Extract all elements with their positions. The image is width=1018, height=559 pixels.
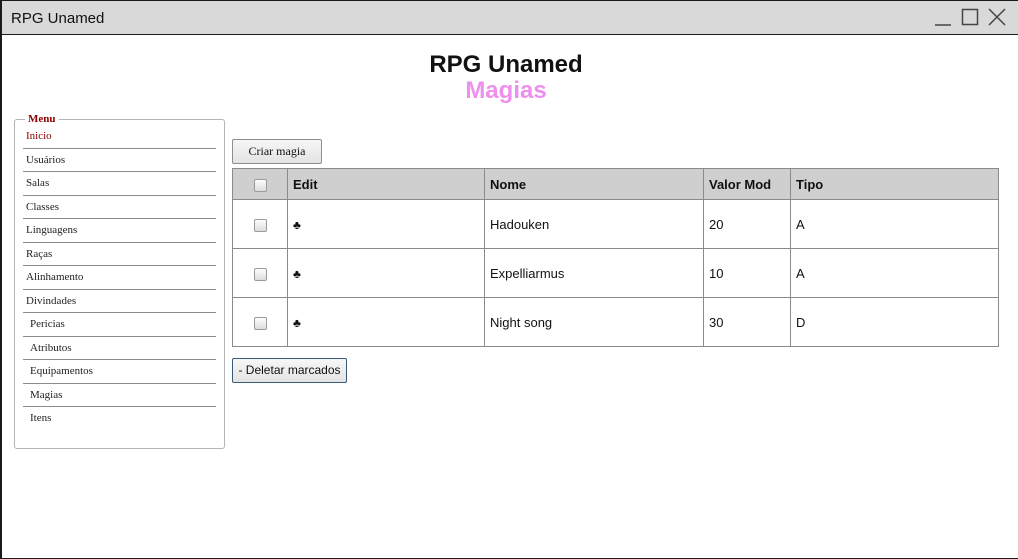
row-tipo: D xyxy=(790,297,999,347)
menu-item-salas[interactable]: Salas xyxy=(23,172,216,196)
row-edit-cell: ♣ xyxy=(287,297,485,347)
title-bar: RPG Unamed xyxy=(2,1,1018,35)
column-header-valor-mod: Valor Mod xyxy=(703,168,791,200)
select-all-checkbox[interactable] xyxy=(253,178,267,192)
column-header-nome: Nome xyxy=(484,168,704,200)
menu-legend: Menu xyxy=(28,113,56,125)
row-edit-cell: ♣ xyxy=(287,199,485,249)
menu-item-inicio[interactable]: Inicio xyxy=(23,125,216,149)
row-nome: Expelliarmus xyxy=(484,248,704,298)
menu-item-racas[interactable]: Raças xyxy=(23,243,216,266)
menu-list: Inicio Usuários Salas Classes Linguagens… xyxy=(23,125,216,431)
side-menu: Menu Inicio Usuários Salas Classes Lingu… xyxy=(14,113,225,449)
row-checkbox[interactable] xyxy=(253,267,267,281)
maximize-icon[interactable] xyxy=(959,6,981,28)
table-row: ♣ Hadouken 20 A xyxy=(232,199,999,249)
row-tipo: A xyxy=(790,199,999,249)
close-icon[interactable] xyxy=(986,6,1008,28)
row-checkbox[interactable] xyxy=(253,316,267,330)
club-icon[interactable]: ♣ xyxy=(293,218,301,232)
menu-item-divindades[interactable]: Divindades xyxy=(23,290,216,313)
row-select-cell xyxy=(232,199,288,249)
club-icon[interactable]: ♣ xyxy=(293,267,301,281)
menu-item-magias[interactable]: Magias xyxy=(23,384,216,407)
row-select-cell xyxy=(232,297,288,347)
row-nome: Night song xyxy=(484,297,704,347)
select-all-header xyxy=(232,168,288,200)
menu-item-atributos[interactable]: Atributos xyxy=(23,337,216,360)
menu-item-linguagens[interactable]: Linguagens xyxy=(23,219,216,243)
row-nome: Hadouken xyxy=(484,199,704,249)
magias-table: Edit Nome Valor Mod Tipo ♣ Hadouken 20 A… xyxy=(232,168,999,347)
row-select-cell xyxy=(232,248,288,298)
minimize-icon[interactable] xyxy=(932,6,954,28)
app-window: RPG Unamed RPG Unamed Magias Menu Inicio… xyxy=(0,0,1018,559)
table-header-row: Edit Nome Valor Mod Tipo xyxy=(232,168,999,200)
row-checkbox[interactable] xyxy=(253,218,267,232)
menu-item-usuarios[interactable]: Usuários xyxy=(23,149,216,172)
column-header-edit: Edit xyxy=(287,168,485,200)
menu-item-itens[interactable]: Itens xyxy=(23,407,216,431)
menu-item-pericias[interactable]: Pericias xyxy=(23,313,216,337)
window-title: RPG Unamed xyxy=(11,10,105,27)
app-title: RPG Unamed xyxy=(429,51,583,78)
row-edit-cell: ♣ xyxy=(287,248,485,298)
table-row: ♣ Expelliarmus 10 A xyxy=(232,248,999,298)
row-valor-mod: 10 xyxy=(703,248,791,298)
row-valor-mod: 20 xyxy=(703,199,791,249)
row-valor-mod: 30 xyxy=(703,297,791,347)
column-header-tipo: Tipo xyxy=(790,168,999,200)
menu-item-alinhamento[interactable]: Alinhamento xyxy=(23,266,216,290)
row-tipo: A xyxy=(790,248,999,298)
delete-selected-button[interactable]: - Deletar marcados xyxy=(232,358,347,383)
page-title: Magias xyxy=(465,77,547,104)
menu-item-equipamentos[interactable]: Equipamentos xyxy=(23,360,216,384)
create-magia-button[interactable]: Criar magia xyxy=(232,139,322,164)
table-row: ♣ Night song 30 D xyxy=(232,297,999,347)
club-icon[interactable]: ♣ xyxy=(293,316,301,330)
menu-item-classes[interactable]: Classes xyxy=(23,196,216,219)
